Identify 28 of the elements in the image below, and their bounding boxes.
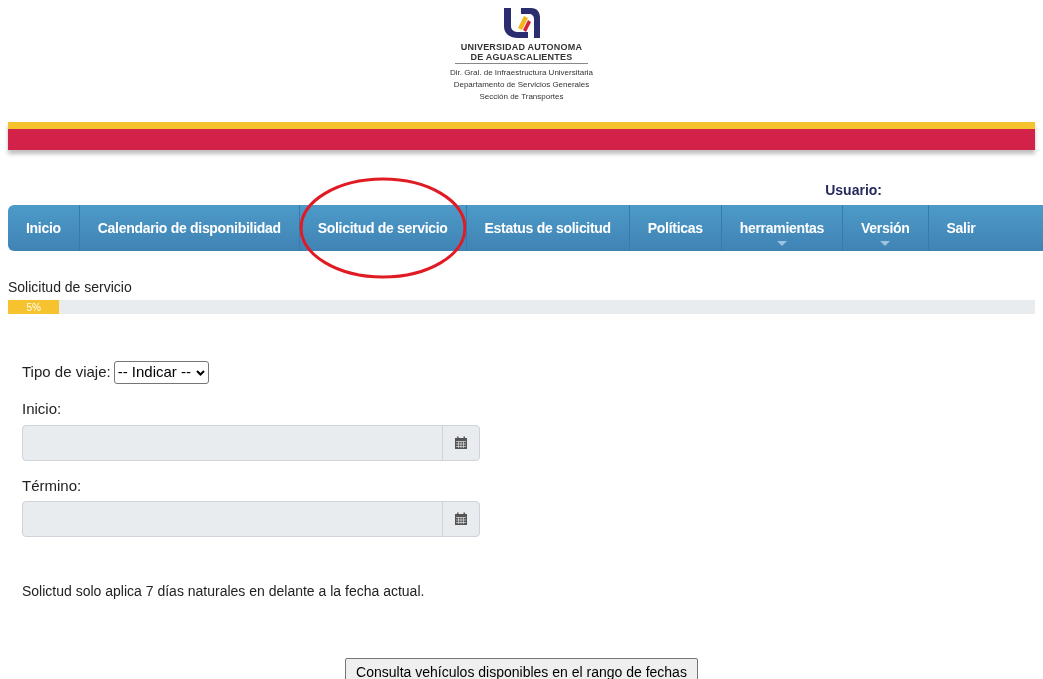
university-name: UNIVERSIDAD AUTONOMA (460, 42, 583, 52)
nav-item[interactable]: Inicio (8, 205, 79, 251)
date-rule-note: Solictud solo aplica 7 días naturales en delante a la fecha actual. (22, 582, 426, 601)
calendar-icon (454, 435, 468, 450)
date-field[interactable] (22, 501, 480, 537)
date-field[interactable] (22, 424, 480, 461)
department-line: Dir. Gral. de Infraestructura Universitaria (449, 67, 594, 79)
nav-item[interactable]: Políticas (629, 205, 721, 251)
calendar-icon (454, 512, 468, 526)
nav-item[interactable]: Estatus de solicitud (466, 205, 629, 251)
department-line: Sección de Transportes (479, 91, 564, 103)
nav-item[interactable]: herramientas (721, 205, 843, 251)
department-line: Departamento de Servicios Generales (453, 79, 590, 91)
caret-icon (776, 241, 787, 246)
nav-item[interactable]: Salir (928, 205, 994, 251)
trip-type-select[interactable]: -- Indicar -- (113, 361, 209, 384)
caret-icon (880, 241, 891, 246)
field-label: Término: (22, 475, 83, 496)
nav-item[interactable]: Calendario de disponibilidad (79, 205, 299, 251)
progress-title: Solicitud de servicio (8, 278, 133, 297)
nav-item[interactable]: Versión (843, 205, 928, 251)
user-label: Usuario: (825, 181, 882, 200)
progress-fill: 5% (8, 300, 60, 314)
field-label: Tipo de viaje: (22, 362, 111, 383)
check-vehicles-button[interactable]: Consulta vehículos disponibles en el rango de fechas (345, 658, 698, 679)
chevron-down-icon (196, 369, 205, 376)
university-name: DE AGUASCALIENTES (470, 52, 573, 62)
field-label: Inicio: (22, 399, 63, 419)
